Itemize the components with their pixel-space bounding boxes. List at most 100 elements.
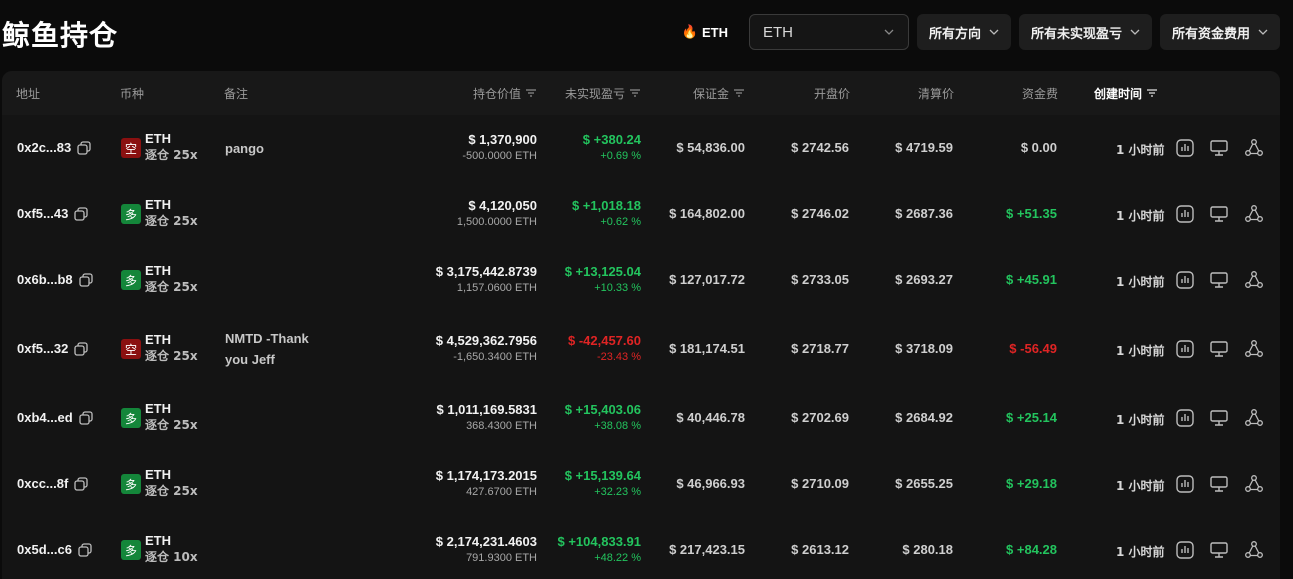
table-row[interactable]: 0x5d...c6 多 ETH 逐仓 10x $ 2,174,231.4603 791.9… [2,517,1280,579]
side-badge: 多 [121,540,141,560]
table-row[interactable]: 0xb4...ed 多 ETH 逐仓 25x $ 1,011,169.5831 368.4… [2,385,1280,451]
side-badge: 多 [121,270,141,290]
note-text: pango [225,141,264,156]
share-icon[interactable] [1244,408,1264,428]
share-icon[interactable] [1244,204,1264,224]
monitor-icon[interactable] [1209,204,1229,224]
table-row[interactable]: 0x2c...83 空 ETH 逐仓 25x pango $ 1,370,900 -500.… [2,115,1280,181]
funding-value: $ -56.49 [1009,341,1057,356]
col-entry-price: 开盘价 [813,86,850,101]
hot-token-label: ETH [701,24,728,40]
direction-filter-label: 所有方向 [928,26,981,42]
col-created[interactable]: 创建时间 [1094,71,1158,115]
wallet-address[interactable]: 0x6b...b8 [17,272,93,287]
position-size: 368.4300 ETH [466,420,537,432]
entry-price: $ 2613.12 [791,542,849,557]
monitor-icon[interactable] [1209,408,1229,428]
position-value: $ 1,370,900 -500.0000 ETH [382,131,537,165]
funding-filter-label: 所有资金费用 [1171,26,1250,42]
coin-info: ETH 逐仓 25x [145,401,198,433]
col-position-value[interactable]: 持仓价值 [422,71,537,115]
leverage-label: 逐仓 25x [145,280,198,294]
monitor-icon[interactable] [1209,474,1229,494]
address-text: 0x6b...b8 [17,272,73,287]
liq-price: $ 2684.92 [895,410,953,425]
coin-symbol: ETH [145,263,171,278]
positions-table: 地址 币种 备注 持仓价值 未实现盈亏 保证金 开盘价 清算价 资金费 创建时间… [2,71,1280,579]
side-badge: 多 [121,204,141,224]
wallet-address[interactable]: 0x2c...83 [17,140,91,155]
col-liq-price: 清算价 [917,86,954,101]
pnl-value: $ +104,833.91 [557,534,642,549]
chart-icon[interactable] [1175,204,1195,224]
unrealized-pnl: $ +1,018.18 +0.62 % [532,197,641,231]
chevron-down-icon [989,29,999,35]
copy-icon[interactable] [78,542,92,557]
unrealized-pnl: $ +104,833.91 +48.22 % [532,533,642,567]
monitor-icon[interactable] [1209,138,1229,158]
leverage-label: 逐仓 25x [145,484,198,498]
pnl-filter[interactable]: 所有未实现盈亏 [1018,14,1152,50]
copy-icon[interactable] [74,476,88,491]
chart-icon[interactable] [1175,270,1195,290]
chart-icon[interactable] [1175,339,1195,359]
created-time: 1 小时前 [1116,275,1165,289]
coin-symbol: ETH [145,131,171,146]
share-icon[interactable] [1244,339,1264,359]
copy-icon[interactable] [78,272,93,287]
liq-price: $ 2693.27 [895,272,953,287]
position-value-usd: $ 4,120,050 [468,198,537,213]
table-row[interactable]: 0xf5...32 空 ETH 逐仓 25x NMTD -Thank you Jeff $… [2,313,1280,385]
token-select[interactable]: ETH [748,14,909,50]
position-value: $ 1,174,173.2015 427.6700 ETH [382,467,537,501]
col-unrealized-pnl[interactable]: 未实现盈亏 [542,71,641,115]
position-value-usd: $ 1,011,169.5831 [436,402,538,417]
wallet-address[interactable]: 0xf5...32 [17,341,88,356]
pnl-percent: +48.22 % [594,552,641,564]
funding-filter[interactable]: 所有资金费用 [1159,14,1280,50]
share-icon[interactable] [1244,474,1264,494]
pnl-filter-label: 所有未实现盈亏 [1030,26,1122,42]
liq-price: $ 2687.36 [895,206,953,221]
col-note: 备注 [224,86,249,101]
table-row[interactable]: 0xcc...8f 多 ETH 逐仓 25x $ 1,174,173.2015 427.6… [2,451,1280,517]
monitor-icon[interactable] [1209,270,1229,290]
copy-icon[interactable] [78,410,93,425]
share-icon[interactable] [1244,138,1264,158]
table-row[interactable]: 0x6b...b8 多 ETH 逐仓 25x $ 3,175,442.8739 1,157… [2,247,1280,313]
coin-info: ETH 逐仓 25x [145,467,198,499]
created-time: 1 小时前 [1116,545,1165,559]
funding-value: $ +45.91 [1006,272,1057,287]
address-text: 0xf5...32 [17,341,69,356]
col-margin[interactable]: 保证金 [652,71,745,115]
side-badge: 空 [121,339,141,359]
table-row[interactable]: 0xf5...43 多 ETH 逐仓 25x $ 4,120,050 1,500.0000… [2,181,1280,247]
col-unrealized-pnl-label: 未实现盈亏 [564,86,625,101]
wallet-address[interactable]: 0xb4...ed [17,410,93,425]
side-badge: 空 [121,138,141,158]
chart-icon[interactable] [1175,408,1195,428]
position-value-usd: $ 1,370,900 [468,132,537,147]
copy-icon[interactable] [77,140,91,155]
unrealized-pnl: $ +13,125.04 +10.33 % [532,263,641,297]
copy-icon[interactable] [74,206,88,221]
chart-icon[interactable] [1175,138,1195,158]
direction-filter[interactable]: 所有方向 [916,14,1011,50]
copy-icon[interactable] [74,341,88,356]
col-address: 地址 [16,86,41,101]
wallet-address[interactable]: 0xf5...43 [17,206,88,221]
col-margin-label: 保证金 [692,86,729,101]
coin-info: ETH 逐仓 25x [145,332,198,364]
share-icon[interactable] [1244,270,1264,290]
col-created-label: 创建时间 [1094,86,1143,101]
wallet-address[interactable]: 0xcc...8f [17,476,88,491]
chart-icon[interactable] [1175,540,1195,560]
share-icon[interactable] [1244,540,1264,560]
position-value: $ 2,174,231.4603 791.9300 ETH [382,533,537,567]
wallet-address[interactable]: 0x5d...c6 [17,542,92,557]
monitor-icon[interactable] [1209,339,1229,359]
monitor-icon[interactable] [1209,540,1229,560]
chart-icon[interactable] [1175,474,1195,494]
hot-token[interactable]: 🔥 ETH [682,24,728,40]
sort-icon [630,89,640,97]
